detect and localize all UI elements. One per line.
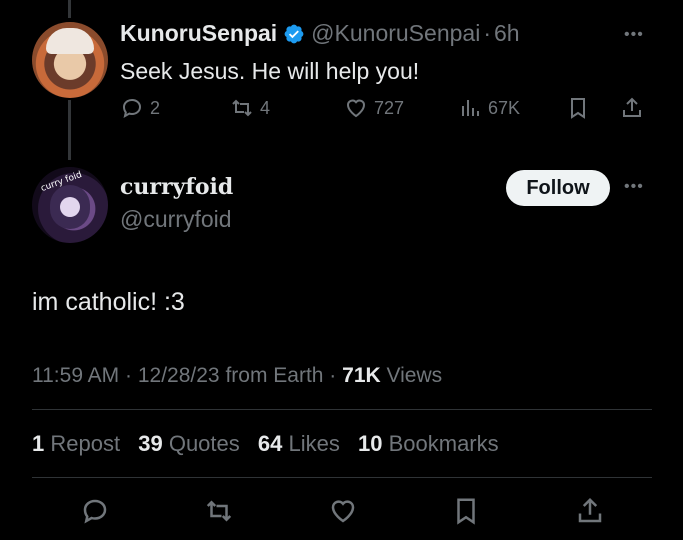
tweet2-source: from Earth: [225, 364, 324, 387]
tweet2-time[interactable]: 11:59 AM: [32, 364, 119, 387]
bookmarks-num: 10: [357, 431, 383, 456]
bookmarks-stat[interactable]: 10 Bookmarks: [358, 431, 499, 456]
more-icon[interactable]: •••: [624, 26, 644, 44]
bookmark-button[interactable]: [451, 496, 481, 526]
repost-icon: [232, 99, 252, 117]
share-icon: [578, 497, 602, 523]
quotes-label: Quotes: [168, 431, 240, 456]
likes-label: Likes: [288, 431, 340, 456]
heart-icon: [331, 500, 355, 523]
follow-button[interactable]: Follow: [506, 170, 610, 206]
tweet1-time[interactable]: 6h: [494, 20, 520, 47]
views-count: 67K: [488, 97, 521, 118]
tweet2-meta: 11:59 AM · 12/28/23 from Earth · 71K Vie…: [32, 364, 443, 387]
quotes-stat[interactable]: 39 Quotes: [138, 431, 240, 456]
heart-icon: [346, 99, 366, 118]
reply-icon: [122, 98, 142, 118]
share-button[interactable]: [575, 496, 605, 526]
views-icon: [462, 100, 479, 116]
reply-count: 2: [150, 97, 161, 118]
repost-button[interactable]: 4: [230, 96, 270, 120]
tweet2-text: im catholic! :3: [32, 288, 185, 316]
tweet2-stats: 1 Repost 39 Quotes 64 Likes 10 Bookmarks: [32, 431, 511, 457]
tweet2-views-count: 71K: [342, 364, 381, 387]
reposts-label: Repost: [50, 431, 121, 456]
bookmarks-label: Bookmarks: [388, 431, 499, 456]
divider: [32, 409, 652, 410]
repost-icon: [206, 500, 232, 522]
avatar-kunorusenpai[interactable]: [32, 22, 108, 98]
likes-stat[interactable]: 64 Likes: [258, 431, 340, 456]
share-icon: [623, 97, 641, 117]
repost-count: 4: [260, 97, 271, 118]
tweet2-date[interactable]: 12/28/23: [138, 364, 220, 387]
tweet1-handle[interactable]: @KunoruSenpai: [311, 20, 480, 47]
like-button[interactable]: [328, 496, 358, 526]
bookmark-icon: [571, 98, 585, 119]
tweet1-header: KunoruSenpai @KunoruSenpai · 6h: [120, 20, 520, 47]
share-button[interactable]: [620, 96, 650, 120]
separator-dot: ·: [483, 20, 491, 46]
tweet2-views-label: Views: [386, 364, 443, 387]
bookmark-icon: [457, 498, 475, 525]
reply-button[interactable]: [80, 496, 110, 526]
tweet1-text: Seek Jesus. He will help you!: [120, 58, 420, 84]
thread-line-connector: [68, 100, 71, 160]
like-count: 727: [374, 97, 405, 118]
more-icon[interactable]: •••: [624, 178, 644, 196]
reply-button[interactable]: 2: [120, 96, 160, 120]
reposts-stat[interactable]: 1 Repost: [32, 431, 120, 456]
tweet2-handle[interactable]: @curryfoid: [120, 206, 232, 233]
views-button[interactable]: 67K: [458, 96, 520, 120]
like-button[interactable]: 727: [344, 96, 404, 120]
verified-badge-icon: [283, 23, 305, 45]
tweet2-author-name[interactable]: curryfoid: [120, 174, 233, 200]
thread-line-top: [68, 0, 71, 18]
reply-icon: [83, 499, 107, 524]
repost-button[interactable]: [204, 496, 234, 526]
bookmark-button[interactable]: [566, 96, 596, 120]
tweet1-actions: 2 4 727 67K: [120, 96, 650, 126]
avatar-curryfoid[interactable]: curry foid: [32, 167, 108, 243]
likes-num: 64: [257, 431, 283, 456]
tweet1-author-name[interactable]: KunoruSenpai: [120, 20, 277, 47]
reposts-num: 1: [32, 431, 45, 456]
quotes-num: 39: [138, 431, 163, 456]
divider: [32, 477, 652, 478]
